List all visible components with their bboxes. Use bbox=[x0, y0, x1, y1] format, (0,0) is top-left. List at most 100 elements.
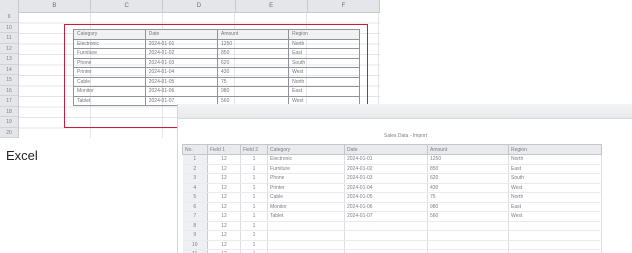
table-cell[interactable] bbox=[267, 230, 345, 241]
table-cell[interactable]: 430 bbox=[427, 183, 509, 193]
table-cell[interactable]: 1 bbox=[240, 202, 268, 212]
row-header[interactable]: 20 bbox=[0, 128, 18, 138]
table-cell[interactable]: Cable bbox=[267, 192, 345, 203]
table-cell[interactable]: 12 bbox=[207, 154, 241, 165]
table-cell[interactable]: 1 bbox=[240, 173, 268, 184]
table-cell[interactable]: Phone bbox=[267, 173, 345, 184]
excel-cell[interactable]: 430 bbox=[217, 67, 290, 78]
excel-cell[interactable]: 620 bbox=[217, 57, 290, 68]
excel-cell[interactable]: Date bbox=[144, 29, 219, 40]
table-cell[interactable] bbox=[508, 240, 602, 250]
column-header[interactable]: Date bbox=[344, 144, 428, 155]
table-cell[interactable]: 12 bbox=[207, 240, 241, 250]
row-header[interactable]: 16 bbox=[0, 86, 18, 96]
table-cell[interactable]: 980 bbox=[427, 202, 509, 212]
row-header[interactable]: 18 bbox=[0, 107, 18, 117]
column-header[interactable]: B bbox=[19, 0, 92, 12]
table-cell[interactable]: 2024-01-04 bbox=[344, 183, 428, 193]
table-cell[interactable]: 12 bbox=[207, 183, 241, 193]
excel-cell[interactable]: Furniture bbox=[73, 48, 146, 59]
row-header[interactable]: 9 bbox=[0, 12, 18, 23]
excel-cell[interactable]: 2024-01-01 bbox=[144, 38, 219, 49]
excel-cell[interactable]: 980 bbox=[217, 86, 290, 97]
table-cell[interactable] bbox=[427, 221, 509, 231]
table-cell[interactable]: 1250 bbox=[427, 154, 509, 165]
table-cell[interactable] bbox=[427, 249, 509, 253]
row-header[interactable]: 15 bbox=[0, 75, 18, 86]
table-cell[interactable]: 2024-01-01 bbox=[344, 154, 428, 165]
table-cell[interactable] bbox=[427, 240, 509, 250]
table-cell[interactable]: Monitor bbox=[267, 202, 345, 212]
table-cell[interactable]: 2024-01-07 bbox=[344, 211, 428, 222]
excel-cell[interactable]: Tablet bbox=[73, 95, 146, 106]
table-cell[interactable]: West bbox=[508, 183, 602, 193]
table-row[interactable]: 7 12 1 Tablet 2024-01-07 560 West bbox=[182, 211, 602, 222]
table-cell[interactable]: 2024-01-06 bbox=[344, 202, 428, 212]
excel-cell[interactable]: East bbox=[288, 86, 360, 97]
excel-cell[interactable]: 75 bbox=[217, 76, 290, 87]
column-header[interactable]: Amount bbox=[427, 144, 509, 155]
excel-cell[interactable]: Amount bbox=[217, 29, 290, 40]
excel-cell[interactable]: 2024-01-03 bbox=[144, 57, 219, 68]
column-header[interactable]: Field 2 bbox=[240, 144, 268, 155]
table-cell[interactable]: 1 bbox=[240, 183, 268, 193]
column-header[interactable]: F bbox=[308, 0, 380, 12]
table-cell[interactable]: Tablet bbox=[267, 211, 345, 222]
column-header[interactable]: Field 1 bbox=[207, 144, 241, 155]
table-row[interactable]: 3 12 1 Phone 2024-01-03 620 South bbox=[182, 173, 602, 184]
column-header[interactable]: D bbox=[163, 0, 236, 12]
excel-cell[interactable]: 2024-01-04 bbox=[144, 67, 219, 78]
table-cell[interactable]: North bbox=[508, 192, 602, 203]
excel-cell[interactable]: East bbox=[288, 48, 360, 59]
column-header[interactable]: No. bbox=[182, 144, 208, 155]
table-row[interactable]: 6 12 1 Monitor 2024-01-06 980 East bbox=[182, 202, 602, 212]
table-cell[interactable]: 850 bbox=[427, 164, 509, 174]
excel-cell[interactable]: North bbox=[288, 76, 360, 87]
table-cell[interactable]: 1 bbox=[240, 230, 268, 241]
row-header[interactable]: 10 bbox=[0, 23, 18, 33]
table-row[interactable]: 8 12 1 bbox=[182, 221, 602, 231]
table-cell[interactable] bbox=[344, 221, 428, 231]
row-header[interactable]: 12 bbox=[0, 44, 18, 54]
table-cell[interactable]: Printer bbox=[267, 183, 345, 193]
table-row[interactable]: 1 12 1 Electronic 2024-01-01 1250 North bbox=[182, 154, 602, 165]
table-row[interactable]: 10 12 1 bbox=[182, 240, 602, 250]
excel-cell[interactable]: Electronic bbox=[73, 38, 146, 49]
table-cell[interactable]: 12 bbox=[207, 164, 241, 174]
excel-cell[interactable]: West bbox=[288, 67, 360, 78]
excel-cell[interactable]: Region bbox=[288, 29, 360, 40]
table-cell[interactable]: Furniture bbox=[267, 164, 345, 174]
table-row[interactable]: 5 12 1 Cable 2024-01-05 75 North bbox=[182, 192, 602, 203]
excel-cell[interactable]: 2024-01-06 bbox=[144, 86, 219, 97]
table-cell[interactable] bbox=[508, 230, 602, 241]
table-cell[interactable]: 2024-01-02 bbox=[344, 164, 428, 174]
table-cell[interactable] bbox=[508, 249, 602, 253]
excel-cell[interactable]: Category bbox=[73, 29, 146, 40]
table-cell[interactable]: 1 bbox=[240, 240, 268, 250]
table-cell[interactable] bbox=[267, 249, 345, 253]
table-cell[interactable]: 560 bbox=[427, 211, 509, 222]
table-cell[interactable] bbox=[344, 249, 428, 253]
excel-cell[interactable]: Monitor bbox=[73, 86, 146, 97]
table-cell[interactable]: 1 bbox=[240, 192, 268, 203]
table-cell[interactable]: East bbox=[508, 164, 602, 174]
row-header[interactable]: 13 bbox=[0, 54, 18, 65]
table-row[interactable]: 11121 bbox=[182, 249, 602, 253]
table-cell[interactable]: 12 bbox=[207, 202, 241, 212]
table-cell[interactable]: 1 bbox=[240, 211, 268, 222]
table-cell[interactable]: 12 bbox=[207, 230, 241, 241]
excel-cell[interactable]: 850 bbox=[217, 48, 290, 59]
table-cell[interactable] bbox=[508, 221, 602, 231]
table-cell[interactable]: 12 bbox=[207, 211, 241, 222]
table-cell[interactable]: 12 bbox=[207, 192, 241, 203]
table-cell[interactable]: 75 bbox=[427, 192, 509, 203]
table-cell[interactable]: 2024-01-03 bbox=[344, 173, 428, 184]
table-cell[interactable]: 12 bbox=[207, 249, 241, 253]
table-cell[interactable]: 12 bbox=[207, 221, 241, 231]
table-row[interactable]: 9 12 1 bbox=[182, 230, 602, 241]
excel-cell[interactable]: 2024-01-05 bbox=[144, 76, 219, 87]
column-header[interactable]: Category bbox=[267, 144, 345, 155]
table-cell[interactable] bbox=[267, 221, 345, 231]
excel-cell[interactable]: Phone bbox=[73, 57, 146, 68]
table-cell[interactable]: North bbox=[508, 154, 602, 165]
